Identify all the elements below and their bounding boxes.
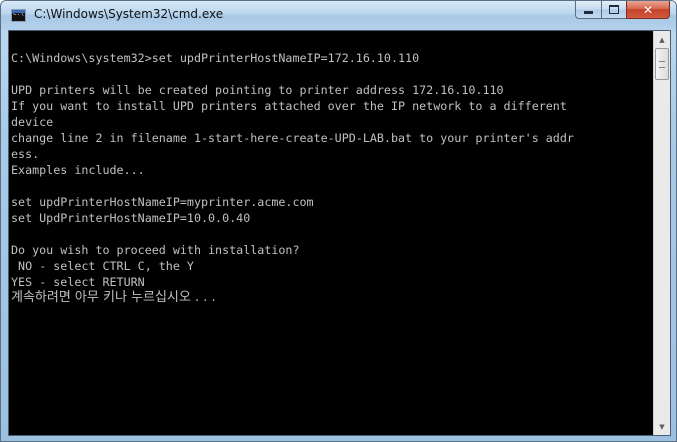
minimize-button[interactable] <box>575 1 601 19</box>
chevron-down-icon: ▼ <box>659 422 665 431</box>
scroll-down-button[interactable]: ▼ <box>654 418 670 435</box>
console-line: Do you wish to proceed with installation… <box>11 243 300 257</box>
console-line: Examples include... <box>11 163 145 177</box>
close-button[interactable]: ✕ <box>626 1 670 19</box>
console-line: NO - select CTRL C, the Y <box>11 259 194 273</box>
console-line: UPD printers will be created pointing to… <box>11 83 504 97</box>
window-title: C:\Windows\System32\cmd.exe <box>34 7 224 21</box>
console-line: set updPrinterHostNameIP=myprinter.acme.… <box>11 195 314 209</box>
scroll-up-button[interactable]: ▲ <box>654 31 670 48</box>
cmd-app-icon[interactable] <box>11 9 26 22</box>
chevron-up-icon: ▲ <box>659 35 665 44</box>
caption-buttons: ✕ <box>575 1 670 20</box>
console-line: device <box>11 115 54 129</box>
console-client-area[interactable]: C:\Windows\system32>set updPrinterHostNa… <box>8 30 671 436</box>
close-icon: ✕ <box>642 2 654 17</box>
console-output[interactable]: C:\Windows\system32>set updPrinterHostNa… <box>11 34 652 432</box>
console-line: YES - select RETURN <box>11 275 145 289</box>
title-bar[interactable]: C:\Windows\System32\cmd.exe ✕ <box>1 1 676 30</box>
console-line: If you want to install UPD printers atta… <box>11 99 567 113</box>
console-line: C:\Windows\system32>set updPrinterHostNa… <box>11 51 420 65</box>
console-prompt-line: 계속하려면 아무 키나 누르십시오 . . . <box>11 290 216 305</box>
minimize-icon <box>584 11 593 14</box>
console-line: ess. <box>11 147 40 161</box>
cmd-window: C:\Windows\System32\cmd.exe ✕ C:\Windows… <box>0 0 677 442</box>
maximize-icon <box>609 5 619 14</box>
scrollbar-thumb[interactable] <box>655 48 669 80</box>
maximize-button[interactable] <box>601 1 626 19</box>
vertical-scrollbar[interactable]: ▲ ▼ <box>653 31 670 435</box>
console-line: set UpdPrinterHostNameIP=10.0.0.40 <box>11 211 251 225</box>
console-line: change line 2 in filename 1-start-here-c… <box>11 131 574 145</box>
